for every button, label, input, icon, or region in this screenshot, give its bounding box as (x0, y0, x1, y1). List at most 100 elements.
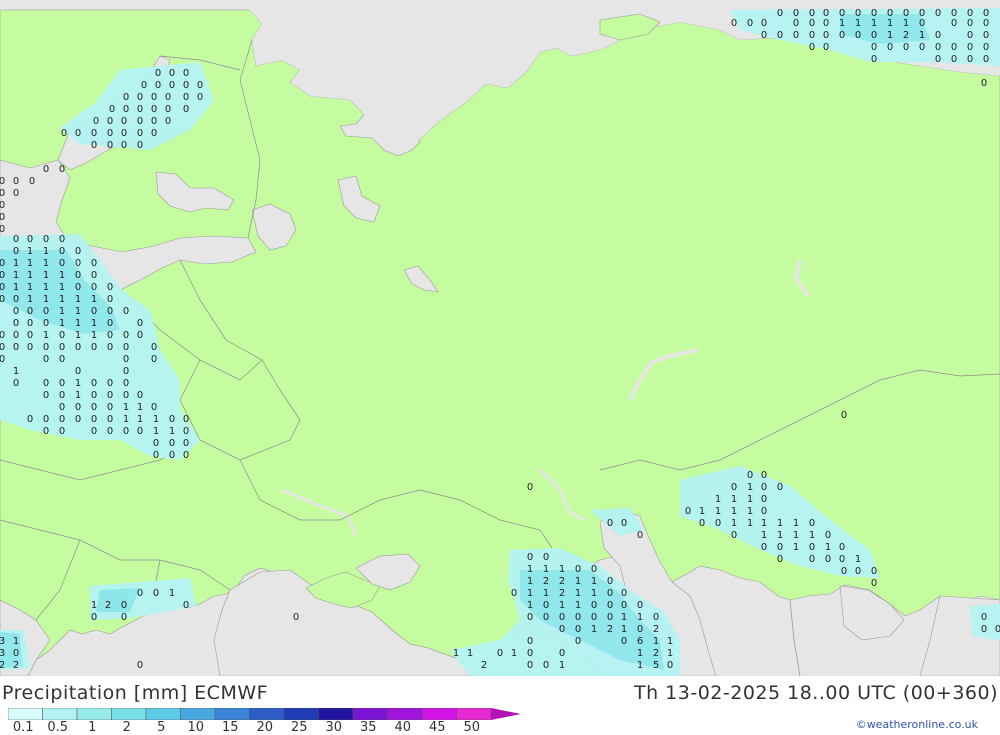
scale-swatch (249, 708, 285, 720)
precip-value: 1 (591, 588, 597, 599)
precip-value: 0 (183, 80, 189, 91)
scale-swatch (421, 708, 457, 720)
scale-swatch (387, 708, 423, 720)
precip-value: 0 (183, 104, 189, 115)
precip-value: 0 (123, 378, 129, 389)
precip-value: 0 (685, 506, 691, 517)
precip-value: 1 (43, 282, 49, 293)
precip-value: 0 (123, 104, 129, 115)
precip-value: 0 (0, 282, 5, 293)
precip-value: 0 (0, 270, 5, 281)
precip-value: 0 (13, 306, 19, 317)
precip-value: 0 (43, 318, 49, 329)
precip-value: 0 (43, 306, 49, 317)
precip-value: 0 (153, 438, 159, 449)
precip-value: 0 (109, 104, 115, 115)
scale-swatch (180, 708, 216, 720)
precip-value: 1 (75, 306, 81, 317)
precip-value: 0 (0, 258, 5, 269)
precip-value: 0 (107, 306, 113, 317)
precip-value: 0 (59, 342, 65, 353)
precip-value: 5 (653, 660, 659, 671)
precip-value: 0 (981, 612, 987, 623)
scale-swatch (456, 708, 492, 720)
precip-value: 0 (841, 410, 847, 421)
precip-value: 0 (0, 200, 5, 211)
precip-value: 1 (731, 506, 737, 517)
precip-value: 0 (13, 246, 19, 257)
precip-value: 0 (59, 354, 65, 365)
precip-value: 1 (667, 636, 673, 647)
precip-value: 0 (107, 294, 113, 305)
scale-swatch (145, 708, 181, 720)
precip-value: 0 (137, 140, 143, 151)
precip-value: 0 (607, 612, 613, 623)
site-credit[interactable]: ©weatheronline.co.uk (856, 718, 978, 731)
precip-value: 0 (0, 212, 5, 223)
precip-value: 1 (575, 588, 581, 599)
precip-value: 2 (903, 30, 909, 41)
precip-value: 0 (59, 426, 65, 437)
precip-value: 0 (91, 342, 97, 353)
precip-value: 0 (809, 42, 815, 53)
scale-swatch (42, 708, 78, 720)
precip-value: 1 (27, 270, 33, 281)
precip-value: 0 (967, 42, 973, 53)
precip-value: 0 (151, 402, 157, 413)
precip-value: 1 (169, 588, 175, 599)
precip-value: 0 (123, 342, 129, 353)
precip-value: 1 (747, 482, 753, 493)
valid-time: Th 13-02-2025 18..00 UTC (00+360) (633, 682, 998, 704)
precip-value: 0 (137, 92, 143, 103)
precip-value: 0 (43, 414, 49, 425)
precip-value: 1 (153, 426, 159, 437)
precip-value: 0 (871, 54, 877, 65)
precip-value: 0 (107, 116, 113, 127)
precip-value: 0 (951, 54, 957, 65)
precip-value: 0 (0, 354, 5, 365)
precip-value: 1 (43, 246, 49, 257)
precip-value: 0 (575, 612, 581, 623)
precip-value: 0 (183, 92, 189, 103)
precipitation-map[interactable]: 0000000000000000000000000000000000000000… (0, 0, 1000, 677)
precip-value: 0 (165, 104, 171, 115)
precip-value: 0 (761, 18, 767, 29)
precip-value: 0 (27, 330, 33, 341)
precip-value: 1 (59, 282, 65, 293)
precip-value: 0 (0, 330, 5, 341)
precip-value: 0 (855, 566, 861, 577)
precip-value: 0 (809, 554, 815, 565)
precip-value: 1 (59, 294, 65, 305)
precip-value: 1 (559, 564, 565, 575)
precip-value: 0 (43, 390, 49, 401)
precip-value: 1 (13, 282, 19, 293)
precip-value: 0 (871, 30, 877, 41)
precip-value: 0 (107, 140, 113, 151)
scale-swatch (318, 708, 354, 720)
precip-value: 0 (91, 402, 97, 413)
precip-value: 0 (983, 18, 989, 29)
precip-value: 2 (653, 624, 659, 635)
precip-value: 0 (0, 224, 5, 235)
precip-value: 1 (559, 600, 565, 611)
precip-value: 1 (27, 258, 33, 269)
precip-value: 0 (123, 306, 129, 317)
precip-value: 2 (481, 660, 487, 671)
precip-value: 1 (761, 530, 767, 541)
precip-value: 1 (27, 282, 33, 293)
precip-value: 0 (607, 518, 613, 529)
precip-value: 0 (761, 470, 767, 481)
precip-value: 0 (123, 354, 129, 365)
precip-value: 0 (197, 80, 203, 91)
precip-value: 1 (637, 612, 643, 623)
precip-value: 0 (121, 116, 127, 127)
precip-value: 0 (137, 128, 143, 139)
precip-value: 0 (151, 116, 157, 127)
precip-value: 0 (809, 18, 815, 29)
precip-value: 0 (637, 624, 643, 635)
precip-value: 1 (91, 330, 97, 341)
precip-value: 0 (761, 30, 767, 41)
precip-value: 0 (169, 450, 175, 461)
precip-value: 1 (621, 624, 627, 635)
precip-value: 0 (183, 426, 189, 437)
